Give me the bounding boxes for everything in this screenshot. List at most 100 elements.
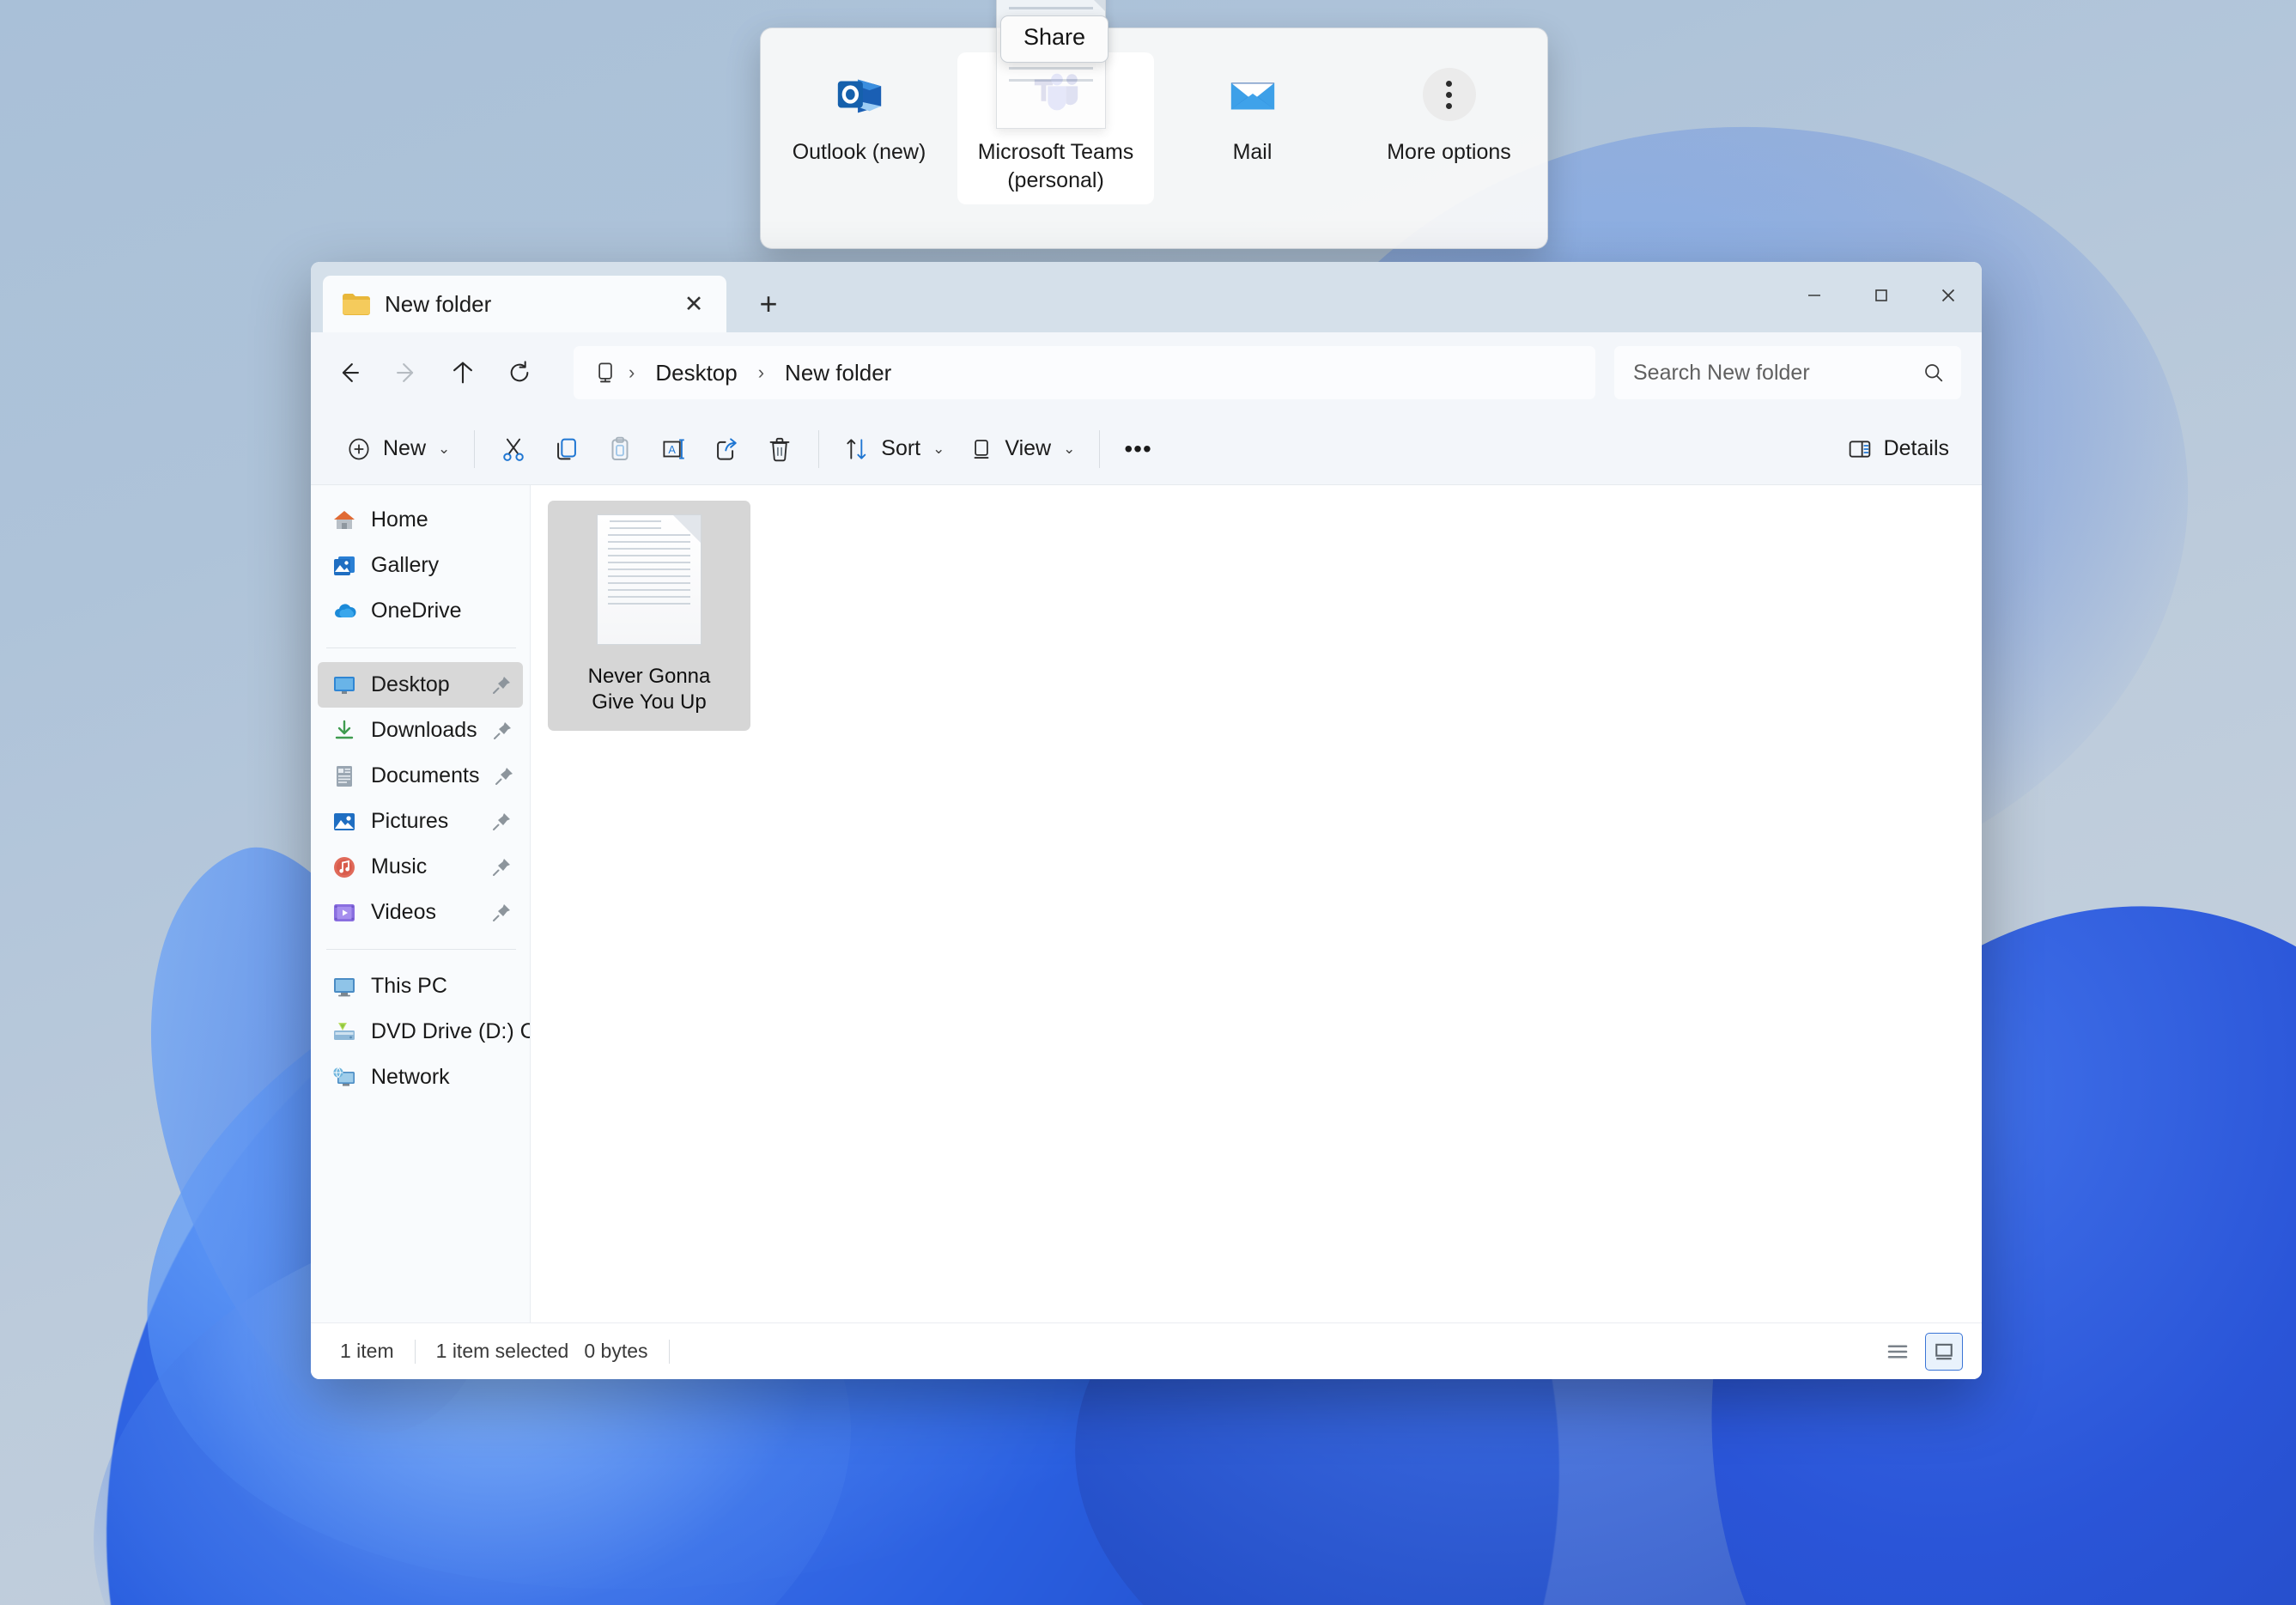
sidebar-item-dvd-drive[interactable]: DVD Drive (D:) CCCC [318,1009,523,1055]
copy-icon [552,435,581,464]
sidebar-item-pictures[interactable]: Pictures [318,799,523,844]
pin-icon[interactable] [490,811,513,833]
teams-label-line1: Microsoft Teams [978,140,1134,164]
sidebar-item-onedrive[interactable]: OneDrive [318,588,523,634]
tab-title: New folder [385,291,663,318]
sidebar-item-network[interactable]: Network [318,1055,523,1100]
sidebar-item-gallery[interactable]: Gallery [318,543,523,588]
tab-close-icon[interactable]: ✕ [677,287,711,321]
home-icon [331,508,357,533]
sidebar-item-home[interactable]: Home [318,497,523,543]
view-icon [969,436,994,462]
sidebar-item-desktop[interactable]: Desktop [318,662,523,708]
pin-icon[interactable] [490,674,513,696]
sidebar-item-music[interactable]: Music [318,844,523,890]
pin-icon[interactable] [491,720,513,742]
file-explorer-window: New folder ✕ + [311,262,1982,1379]
close-button[interactable] [1915,262,1982,329]
sidebar-item-videos[interactable]: Videos [318,890,523,935]
rename-button[interactable]: A [647,423,700,475]
more-commands-button[interactable]: ••• [1112,423,1163,475]
search-icon[interactable] [1922,361,1946,385]
chevron-down-icon: ⌄ [438,441,450,458]
chevron-down-icon: ⌄ [1063,441,1075,458]
cut-button[interactable] [487,423,540,475]
file-item[interactable]: Never Gonna Give You Up [548,501,750,731]
sidebar-item-label: Videos [371,900,436,925]
paste-icon [605,435,635,464]
sidebar-item-documents[interactable]: Documents [318,753,523,799]
search-box[interactable] [1614,346,1961,399]
divider [415,1340,416,1364]
file-name-label: Never Gonna Give You Up [588,664,711,715]
sort-button[interactable]: Sort ⌄ [831,423,957,475]
list-view-button[interactable] [1879,1333,1916,1371]
delete-button[interactable] [753,423,806,475]
file-list-view[interactable]: Never Gonna Give You Up [531,485,1982,1322]
mail-icon [1226,68,1279,121]
svg-text:A: A [669,442,677,455]
share-flyout: Outlook (new) Microsoft Teams (personal) [760,27,1548,249]
share-target-label: More options [1387,138,1511,167]
share-icon [712,435,741,464]
breadcrumb-separator: › [751,362,771,384]
pin-icon[interactable] [490,902,513,924]
sidebar-item-label: Gallery [371,553,439,578]
pin-icon[interactable] [490,856,513,878]
tab-new-folder[interactable]: New folder ✕ [323,276,726,332]
window-titlebar: New folder ✕ + [311,262,1982,332]
up-button[interactable] [436,346,489,399]
minimize-button[interactable] [1781,262,1848,329]
share-target-mail[interactable]: Mail [1154,52,1351,177]
gallery-icon [331,553,357,579]
refresh-button[interactable] [493,346,546,399]
details-pane-icon [1846,435,1874,463]
sidebar-item-label: This PC [371,974,447,999]
view-button[interactable]: View ⌄ [957,423,1087,475]
sort-icon [843,435,871,463]
navigation-pane: Home Gallery OneDrive [311,485,531,1322]
music-icon [331,854,357,880]
this-pc-icon[interactable] [592,360,618,386]
file-name-line1: Never Gonna [588,665,711,688]
back-button[interactable] [323,346,376,399]
paste-button [593,423,647,475]
share-target-label: Mail [1233,138,1273,167]
divider [474,430,475,468]
search-input[interactable] [1633,361,1913,386]
new-button[interactable]: New ⌄ [333,423,462,475]
new-tab-button[interactable]: + [742,277,795,331]
outlook-icon [833,68,886,121]
desktop-background: Outlook (new) Microsoft Teams (personal) [0,0,2296,1605]
sidebar-item-downloads[interactable]: Downloads [318,708,523,753]
folder-icon [342,292,371,316]
plus-circle-icon [345,435,373,463]
maximize-button[interactable] [1848,262,1915,329]
sidebar-item-label: Pictures [371,809,448,834]
share-target-label: Microsoft Teams (personal) [978,138,1134,194]
forward-button [380,346,433,399]
share-target-outlook[interactable]: Outlook (new) [761,52,957,177]
ellipsis-icon: ••• [1124,435,1151,463]
breadcrumb[interactable]: › Desktop › New folder [574,346,1595,399]
sidebar-item-this-pc[interactable]: This PC [318,964,523,1009]
item-count-label: 1 item [340,1340,394,1363]
pictures-icon [331,809,357,835]
breadcrumb-item-new-folder[interactable]: New folder [774,356,902,390]
desktop-icon [331,672,357,698]
tiles-view-button[interactable] [1925,1333,1963,1371]
sidebar-item-label: Desktop [371,672,450,697]
tab-strip: New folder ✕ + [311,276,795,332]
pin-icon[interactable] [493,765,515,787]
share-target-more-options[interactable]: More options [1351,52,1547,177]
details-pane-button[interactable]: Details [1834,423,1961,475]
divider [1099,430,1100,468]
trash-icon [765,435,794,464]
details-pane-label: Details [1884,436,1949,461]
teams-label-line2: (personal) [1007,168,1104,192]
sidebar-item-label: Documents [371,763,479,788]
sort-button-label: Sort [881,436,920,461]
breadcrumb-item-desktop[interactable]: Desktop [645,356,747,390]
share-button[interactable] [700,423,753,475]
copy-button[interactable] [540,423,593,475]
